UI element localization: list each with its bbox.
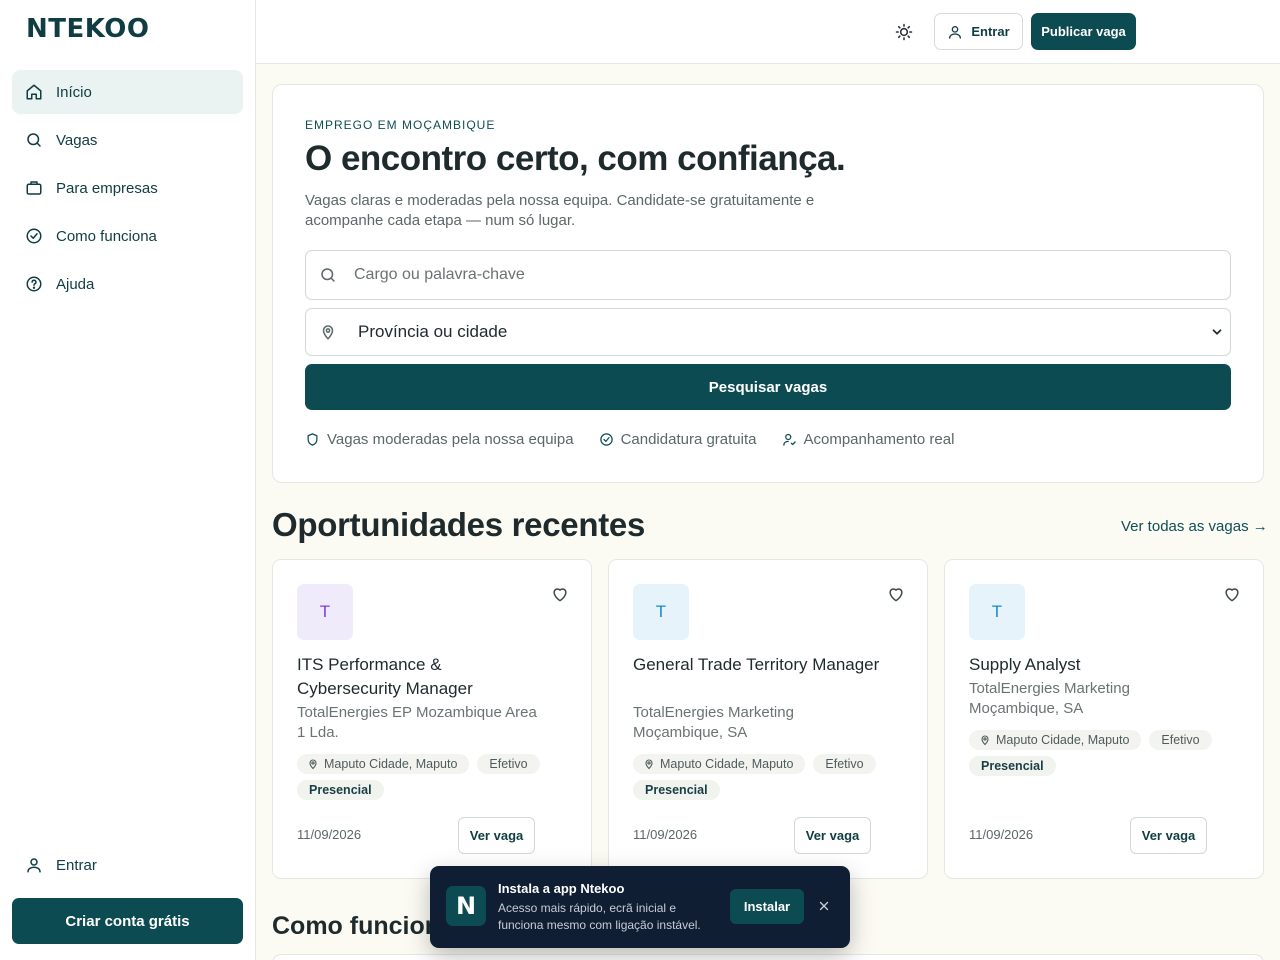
mode-tag: Presencial <box>297 780 384 800</box>
sidebar-login-link[interactable]: Entrar <box>25 856 97 874</box>
install-app-banner: N Instala a app Ntekoo Acesso mais rápid… <box>430 866 850 948</box>
feature-label: Acompanhamento real <box>803 431 955 448</box>
company-avatar: T <box>297 584 353 640</box>
briefcase-icon <box>25 179 43 197</box>
search-jobs-button[interactable]: Pesquisar vagas <box>305 364 1231 410</box>
check-circle-icon <box>25 227 43 245</box>
heart-icon[interactable] <box>1222 584 1242 604</box>
brand-logo[interactable]: NTEKOO <box>26 14 149 44</box>
company-avatar: T <box>633 584 689 640</box>
keyword-search-field[interactable] <box>305 250 1231 300</box>
location-select-value: Província ou cidade <box>358 322 508 341</box>
sidebar-item-label: Para empresas <box>56 179 158 197</box>
hero-title: O encontro certo, com confiança. <box>305 139 846 178</box>
map-pin-icon <box>979 734 991 746</box>
job-date: 11/09/2026 <box>969 827 1034 842</box>
feature-item: Acompanhamento real <box>782 431 955 448</box>
job-card[interactable]: T Supply Analyst TotalEnergies Marketing… <box>944 559 1264 879</box>
help-circle-icon <box>25 275 43 293</box>
feature-item: Vagas moderadas pela nossa equipa <box>305 431 574 448</box>
publish-job-button[interactable]: Publicar vaga <box>1031 13 1136 50</box>
view-job-button[interactable]: Ver vaga <box>458 817 535 854</box>
chevron-down-icon <box>1210 325 1224 339</box>
job-title[interactable]: ITS Performance & Cybersecurity Manager <box>297 653 547 701</box>
contract-tag: Efetivo <box>813 754 876 774</box>
install-banner-title: Instala a app Ntekoo <box>498 881 625 896</box>
shield-icon <box>305 432 320 447</box>
install-app-button[interactable]: Instalar <box>730 889 804 924</box>
trust-features: Vagas moderadas pela nossa equipa Candid… <box>305 431 979 448</box>
location-select[interactable]: Província ou cidade <box>305 308 1231 356</box>
sidebar-item-inicio[interactable]: Início <box>12 70 243 114</box>
location-tag: Maputo Cidade, Maputo <box>969 730 1142 750</box>
create-account-button[interactable]: Criar conta grátis <box>12 898 243 944</box>
login-label: Entrar <box>971 24 1010 39</box>
home-icon <box>25 83 43 101</box>
sidebar-nav: Início Vagas Para empresas Como funciona… <box>12 70 243 310</box>
app-logo: N <box>446 886 486 926</box>
sidebar-login-label: Entrar <box>56 856 97 874</box>
location-tag-label: Maputo Cidade, Maputo <box>324 757 458 771</box>
search-icon <box>25 131 43 149</box>
keyword-search-input[interactable] <box>354 266 1204 284</box>
job-company: TotalEnergies EP Mozambique Area 1 Lda. <box>297 704 537 741</box>
user-check-icon <box>782 432 797 447</box>
install-banner-text: Acesso mais rápido, ecrã inicial e funci… <box>498 901 701 932</box>
feature-item: Candidatura gratuita <box>599 431 757 448</box>
location-tag-label: Maputo Cidade, Maputo <box>660 757 794 771</box>
company-avatar: T <box>969 584 1025 640</box>
feature-label: Candidatura gratuita <box>620 431 757 448</box>
sidebar: NTEKOO Início Vagas Para empresas Como f… <box>0 0 256 960</box>
job-tags: Maputo Cidade, Maputo Efetivo Presencial <box>969 730 1249 782</box>
map-pin-icon <box>319 323 337 341</box>
how-it-works-card <box>272 954 1264 960</box>
sidebar-item-como-funciona[interactable]: Como funciona <box>12 214 243 258</box>
how-it-works-title: Como funciona <box>272 912 454 940</box>
mode-tag: Presencial <box>969 756 1056 776</box>
map-pin-icon <box>643 758 655 770</box>
close-icon[interactable] <box>817 899 831 913</box>
user-icon <box>25 856 43 874</box>
topbar: Entrar Publicar vaga <box>256 0 1280 64</box>
location-tag: Maputo Cidade, Maputo <box>633 754 806 774</box>
job-title[interactable]: Supply Analyst <box>969 653 1219 677</box>
job-date: 11/09/2026 <box>633 827 698 842</box>
job-tags: Maputo Cidade, Maputo Efetivo Presencial <box>297 754 577 806</box>
recent-jobs-title: Oportunidades recentes <box>272 506 645 543</box>
job-company: TotalEnergies Marketing Moçambique, SA <box>969 680 1130 717</box>
mode-tag: Presencial <box>633 780 720 800</box>
user-icon <box>947 24 963 40</box>
job-company: TotalEnergies Marketing Moçambique, SA <box>633 704 794 741</box>
map-pin-icon <box>307 758 319 770</box>
view-job-button[interactable]: Ver vaga <box>1130 817 1207 854</box>
sidebar-item-ajuda[interactable]: Ajuda <box>12 262 243 306</box>
contract-tag: Efetivo <box>477 754 540 774</box>
sidebar-item-label: Início <box>56 83 92 101</box>
sidebar-item-vagas[interactable]: Vagas <box>12 118 243 162</box>
location-tag: Maputo Cidade, Maputo <box>297 754 470 774</box>
search-icon <box>319 266 337 284</box>
hero-eyebrow: EMPREGO EM MOÇAMBIQUE <box>305 118 496 132</box>
job-title[interactable]: General Trade Territory Manager <box>633 653 883 677</box>
heart-icon[interactable] <box>550 584 570 604</box>
location-tag-label: Maputo Cidade, Maputo <box>996 733 1130 747</box>
job-date: 11/09/2026 <box>297 827 362 842</box>
sidebar-item-label: Vagas <box>56 131 98 149</box>
view-job-button[interactable]: Ver vaga <box>794 817 871 854</box>
job-card[interactable]: T ITS Performance & Cybersecurity Manage… <box>272 559 592 879</box>
feature-label: Vagas moderadas pela nossa equipa <box>327 431 574 448</box>
sidebar-item-label: Como funciona <box>56 227 157 245</box>
check-circle-icon <box>599 432 614 447</box>
sidebar-item-para-empresas[interactable]: Para empresas <box>12 166 243 210</box>
heart-icon[interactable] <box>886 584 906 604</box>
job-tags: Maputo Cidade, Maputo Efetivo Presencial <box>633 754 913 806</box>
sun-icon[interactable] <box>894 22 914 42</box>
login-button[interactable]: Entrar <box>934 13 1023 50</box>
job-card[interactable]: T General Trade Territory Manager TotalE… <box>608 559 928 879</box>
contract-tag: Efetivo <box>1149 730 1212 750</box>
sidebar-item-label: Ajuda <box>56 275 95 293</box>
see-all-jobs-link[interactable]: Ver todas as vagas → <box>1121 518 1268 535</box>
hero-card: EMPREGO EM MOÇAMBIQUE O encontro certo, … <box>272 84 1264 483</box>
hero-subtitle: Vagas claras e moderadas pela nossa equi… <box>305 192 815 229</box>
